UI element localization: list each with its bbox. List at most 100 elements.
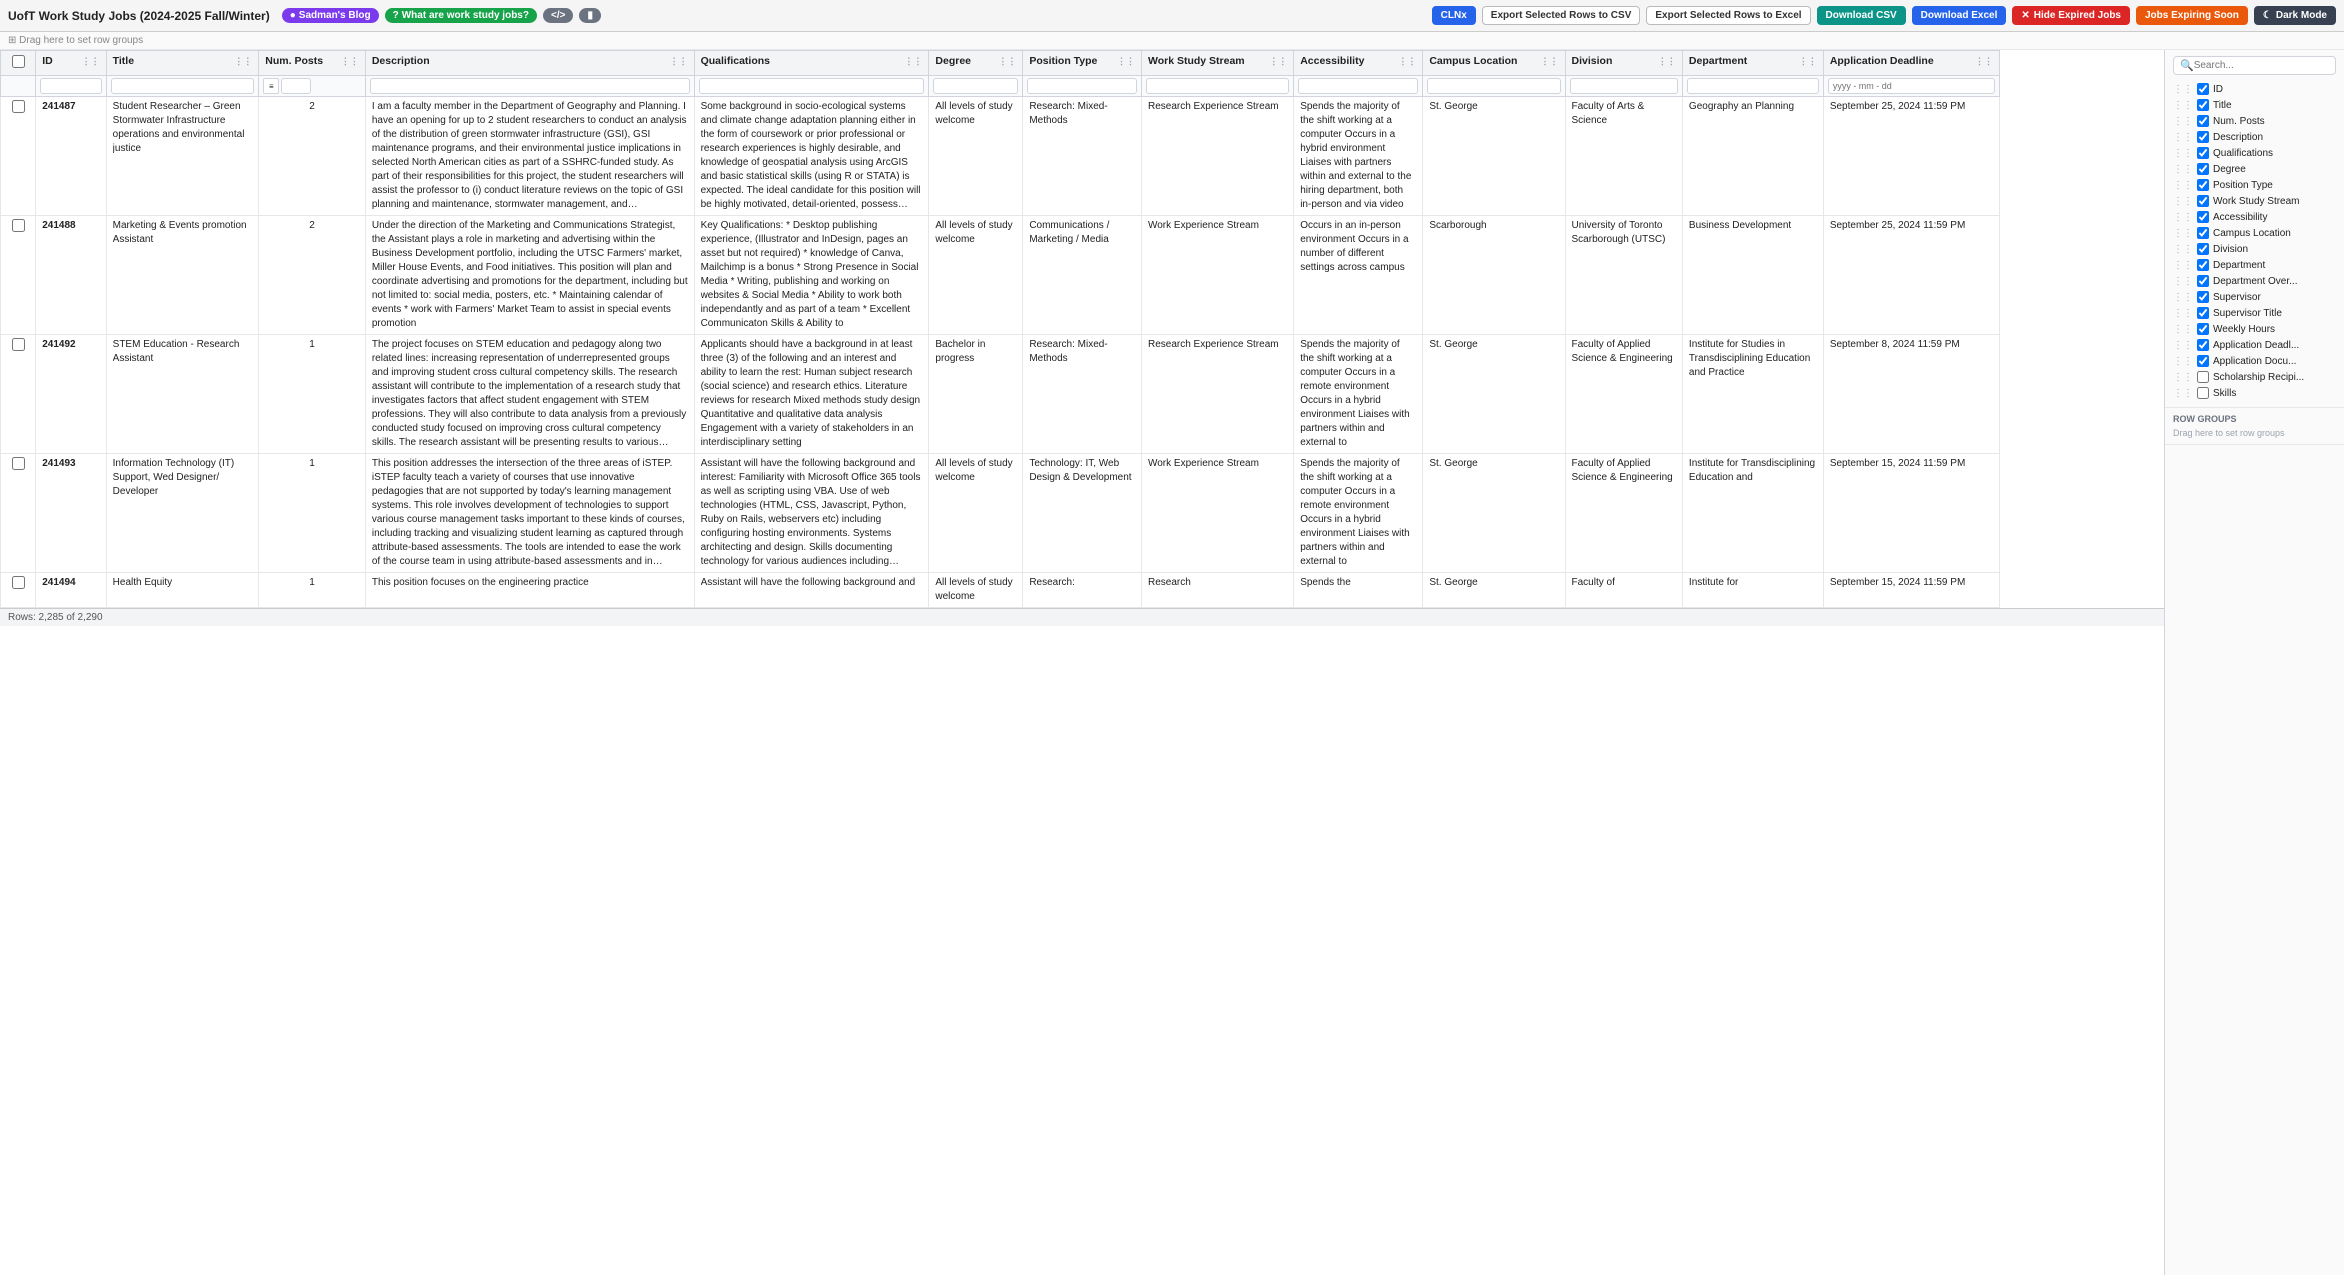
table-row[interactable]: 241493 Information Technology (IT) Suppo…	[1, 454, 2000, 573]
filter-title-input[interactable]	[111, 78, 255, 94]
th-position-type[interactable]: Position Type⋮⋮	[1023, 51, 1142, 76]
dark-mode-button[interactable]: ☾ Dark Mode	[2254, 6, 2336, 25]
column-checkbox-application_deadline[interactable]	[2197, 339, 2209, 351]
filter-access-col[interactable]	[1294, 76, 1423, 97]
column-checkbox-degree[interactable]	[2197, 163, 2209, 175]
column-checkbox-description[interactable]	[2197, 131, 2209, 143]
th-deadline[interactable]: Application Deadline⋮⋮	[1823, 51, 1999, 76]
export-csv-button[interactable]: Export Selected Rows to CSV	[1482, 6, 1641, 25]
filter-wss-col[interactable]	[1141, 76, 1293, 97]
filter-desc-col[interactable]	[365, 76, 694, 97]
sort-desc-icon[interactable]: ⋮⋮	[670, 56, 688, 67]
th-degree[interactable]: Degree⋮⋮	[929, 51, 1023, 76]
filter-dept-col[interactable]	[1682, 76, 1823, 97]
filter-access-input[interactable]	[1298, 78, 1418, 94]
export-excel-button[interactable]: Export Selected Rows to Excel	[1646, 6, 1810, 25]
clnx-button[interactable]: CLNx	[1432, 6, 1476, 25]
filter-deadline-input[interactable]	[1828, 78, 1995, 94]
th-num-posts[interactable]: Num. Posts⋮⋮	[259, 51, 366, 76]
hide-expired-button[interactable]: ✕ Hide Expired Jobs	[2012, 6, 2130, 25]
sort-postype-icon[interactable]: ⋮⋮	[1117, 56, 1135, 67]
sort-division-icon[interactable]: ⋮⋮	[1658, 56, 1676, 67]
sort-title-icon[interactable]: ⋮⋮	[234, 56, 252, 67]
sort-campus-icon[interactable]: ⋮⋮	[1541, 56, 1559, 67]
row-checkbox[interactable]	[12, 100, 25, 113]
jobs-expiring-button[interactable]: Jobs Expiring Soon	[2136, 6, 2248, 25]
filter-division-input[interactable]	[1570, 78, 1678, 94]
column-item-num_posts[interactable]: ⋮⋮ Num. Posts	[2173, 113, 2336, 129]
table-wrapper[interactable]: ID⋮⋮ Title⋮⋮ Num. Posts⋮⋮ Description⋮⋮ …	[0, 50, 2164, 1275]
filter-title-col[interactable]	[106, 76, 259, 97]
filter-degree-col[interactable]	[929, 76, 1023, 97]
column-item-work_study_stream[interactable]: ⋮⋮ Work Study Stream	[2173, 193, 2336, 209]
th-accessibility[interactable]: Accessibility⋮⋮	[1294, 51, 1423, 76]
row-checkbox[interactable]	[12, 219, 25, 232]
column-item-skills[interactable]: ⋮⋮ Skills	[2173, 385, 2336, 401]
column-item-id[interactable]: ⋮⋮ ID	[2173, 81, 2336, 97]
column-checkbox-work_study_stream[interactable]	[2197, 195, 2209, 207]
column-item-supervisor_title[interactable]: ⋮⋮ Supervisor Title	[2173, 305, 2336, 321]
filter-desc-input[interactable]	[370, 78, 690, 94]
column-checkbox-id[interactable]	[2197, 83, 2209, 95]
column-checkbox-accessibility[interactable]	[2197, 211, 2209, 223]
row-checkbox-cell[interactable]	[1, 573, 36, 608]
th-department[interactable]: Department⋮⋮	[1682, 51, 1823, 76]
th-id[interactable]: ID⋮⋮	[36, 51, 106, 76]
column-search-box[interactable]: 🔍	[2173, 56, 2336, 75]
column-item-application_deadline[interactable]: ⋮⋮ Application Deadl...	[2173, 337, 2336, 353]
filter-dept-input[interactable]	[1687, 78, 1819, 94]
table-row[interactable]: 241492 STEM Education - Research Assista…	[1, 335, 2000, 454]
filter-degree-input[interactable]	[933, 78, 1018, 94]
sort-dept-icon[interactable]: ⋮⋮	[1799, 56, 1817, 67]
column-checkbox-skills[interactable]	[2197, 387, 2209, 399]
select-all-checkbox[interactable]	[12, 55, 25, 68]
column-checkbox-department_over[interactable]	[2197, 275, 2209, 287]
sort-qual-icon[interactable]: ⋮⋮	[904, 56, 922, 67]
sort-wss-icon[interactable]: ⋮⋮	[1269, 56, 1287, 67]
row-checkbox-cell[interactable]	[1, 216, 36, 335]
row-checkbox-cell[interactable]	[1, 97, 36, 216]
download-excel-button[interactable]: Download Excel	[1912, 6, 2007, 25]
column-item-department_over[interactable]: ⋮⋮ Department Over...	[2173, 273, 2336, 289]
sadmans-blog-badge[interactable]: ● Sadman's Blog	[282, 8, 379, 23]
filter-num-input[interactable]	[281, 78, 311, 94]
table-row[interactable]: 241487 Student Researcher – Green Stormw…	[1, 97, 2000, 216]
column-checkbox-department[interactable]	[2197, 259, 2209, 271]
column-checkbox-supervisor_title[interactable]	[2197, 307, 2209, 319]
column-checkbox-application_doc[interactable]	[2197, 355, 2209, 367]
row-checkbox[interactable]	[12, 576, 25, 589]
filter-id-col[interactable]	[36, 76, 106, 97]
filter-campus-input[interactable]	[1427, 78, 1560, 94]
row-checkbox-cell[interactable]	[1, 335, 36, 454]
column-item-qualifications[interactable]: ⋮⋮ Qualifications	[2173, 145, 2336, 161]
column-checkbox-scholarship[interactable]	[2197, 371, 2209, 383]
column-item-title[interactable]: ⋮⋮ Title	[2173, 97, 2336, 113]
filter-division-col[interactable]	[1565, 76, 1682, 97]
column-checkbox-title[interactable]	[2197, 99, 2209, 111]
column-search-input[interactable]	[2194, 60, 2329, 71]
column-checkbox-position_type[interactable]	[2197, 179, 2209, 191]
filter-num-btn[interactable]: ≡	[263, 78, 279, 94]
column-item-department[interactable]: ⋮⋮ Department	[2173, 257, 2336, 273]
github-badge[interactable]: </>	[543, 8, 573, 23]
row-checkbox-cell[interactable]	[1, 454, 36, 573]
filter-qual-col[interactable]	[694, 76, 929, 97]
select-all-col[interactable]	[1, 51, 36, 76]
column-item-accessibility[interactable]: ⋮⋮ Accessibility	[2173, 209, 2336, 225]
row-checkbox[interactable]	[12, 338, 25, 351]
th-division[interactable]: Division⋮⋮	[1565, 51, 1682, 76]
filter-qual-input[interactable]	[699, 78, 925, 94]
th-campus-location[interactable]: Campus Location⋮⋮	[1423, 51, 1565, 76]
filter-deadline-col[interactable]	[1823, 76, 1999, 97]
notion-badge[interactable]: ▮	[579, 8, 601, 23]
table-row[interactable]: 241494 Health Equity 1 This position foc…	[1, 573, 2000, 608]
sort-num-icon[interactable]: ⋮⋮	[341, 56, 359, 67]
what-are-jobs-badge[interactable]: ? What are work study jobs?	[385, 8, 537, 23]
column-checkbox-qualifications[interactable]	[2197, 147, 2209, 159]
column-checkbox-weekly_hours[interactable]	[2197, 323, 2209, 335]
table-row[interactable]: 241488 Marketing & Events promotion Assi…	[1, 216, 2000, 335]
th-description[interactable]: Description⋮⋮	[365, 51, 694, 76]
column-item-degree[interactable]: ⋮⋮ Degree	[2173, 161, 2336, 177]
column-item-description[interactable]: ⋮⋮ Description	[2173, 129, 2336, 145]
filter-postype-input[interactable]	[1027, 78, 1137, 94]
